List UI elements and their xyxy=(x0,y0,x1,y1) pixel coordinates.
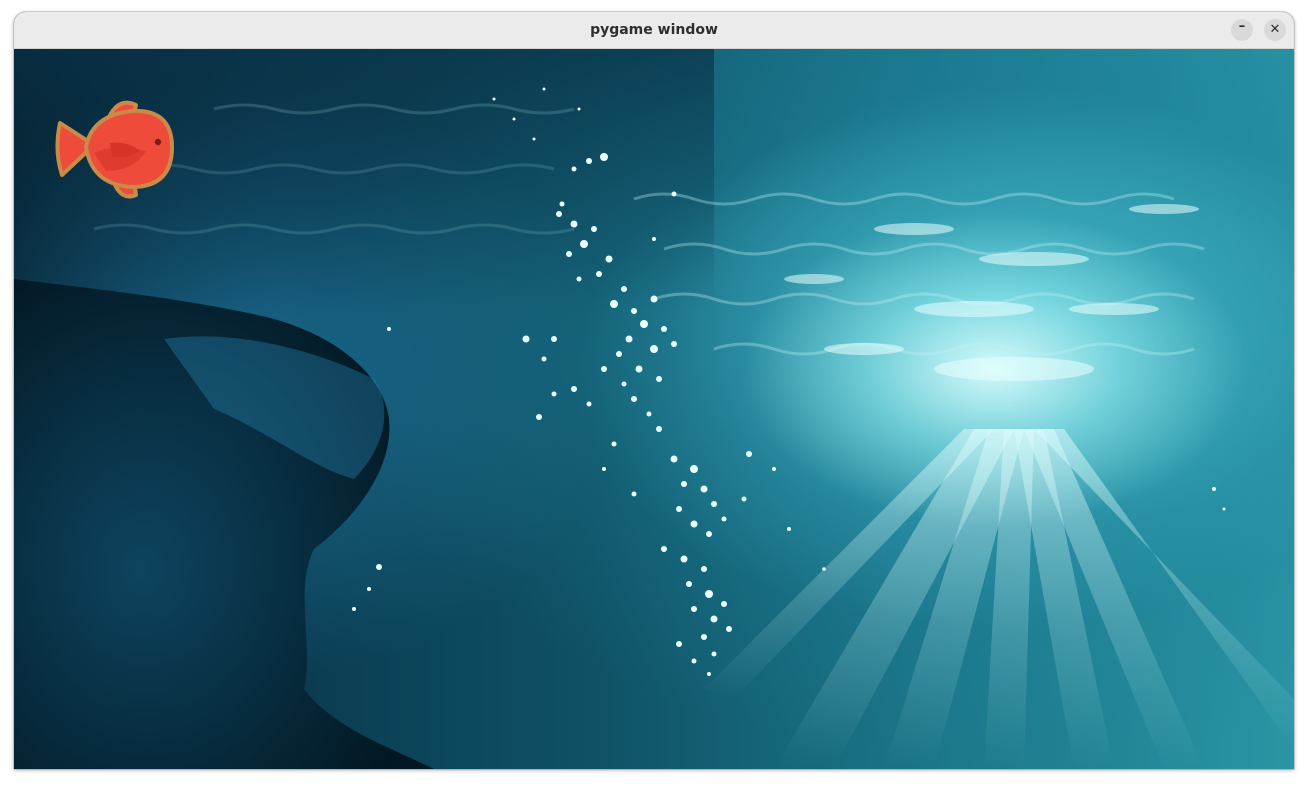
red-fish-icon[interactable] xyxy=(54,95,176,205)
window-title: pygame window xyxy=(590,22,718,38)
caustics xyxy=(784,204,1199,381)
underwater-background xyxy=(14,49,1294,769)
title-bar[interactable]: pygame window – ✕ xyxy=(14,12,1294,49)
game-canvas[interactable] xyxy=(14,49,1294,769)
close-button[interactable]: ✕ xyxy=(1264,19,1286,41)
light-rays xyxy=(704,429,1294,769)
minimize-icon: – xyxy=(1238,19,1246,34)
pygame-window: pygame window – ✕ xyxy=(14,12,1294,769)
minimize-button[interactable]: – xyxy=(1231,19,1253,41)
close-icon: ✕ xyxy=(1269,22,1281,37)
